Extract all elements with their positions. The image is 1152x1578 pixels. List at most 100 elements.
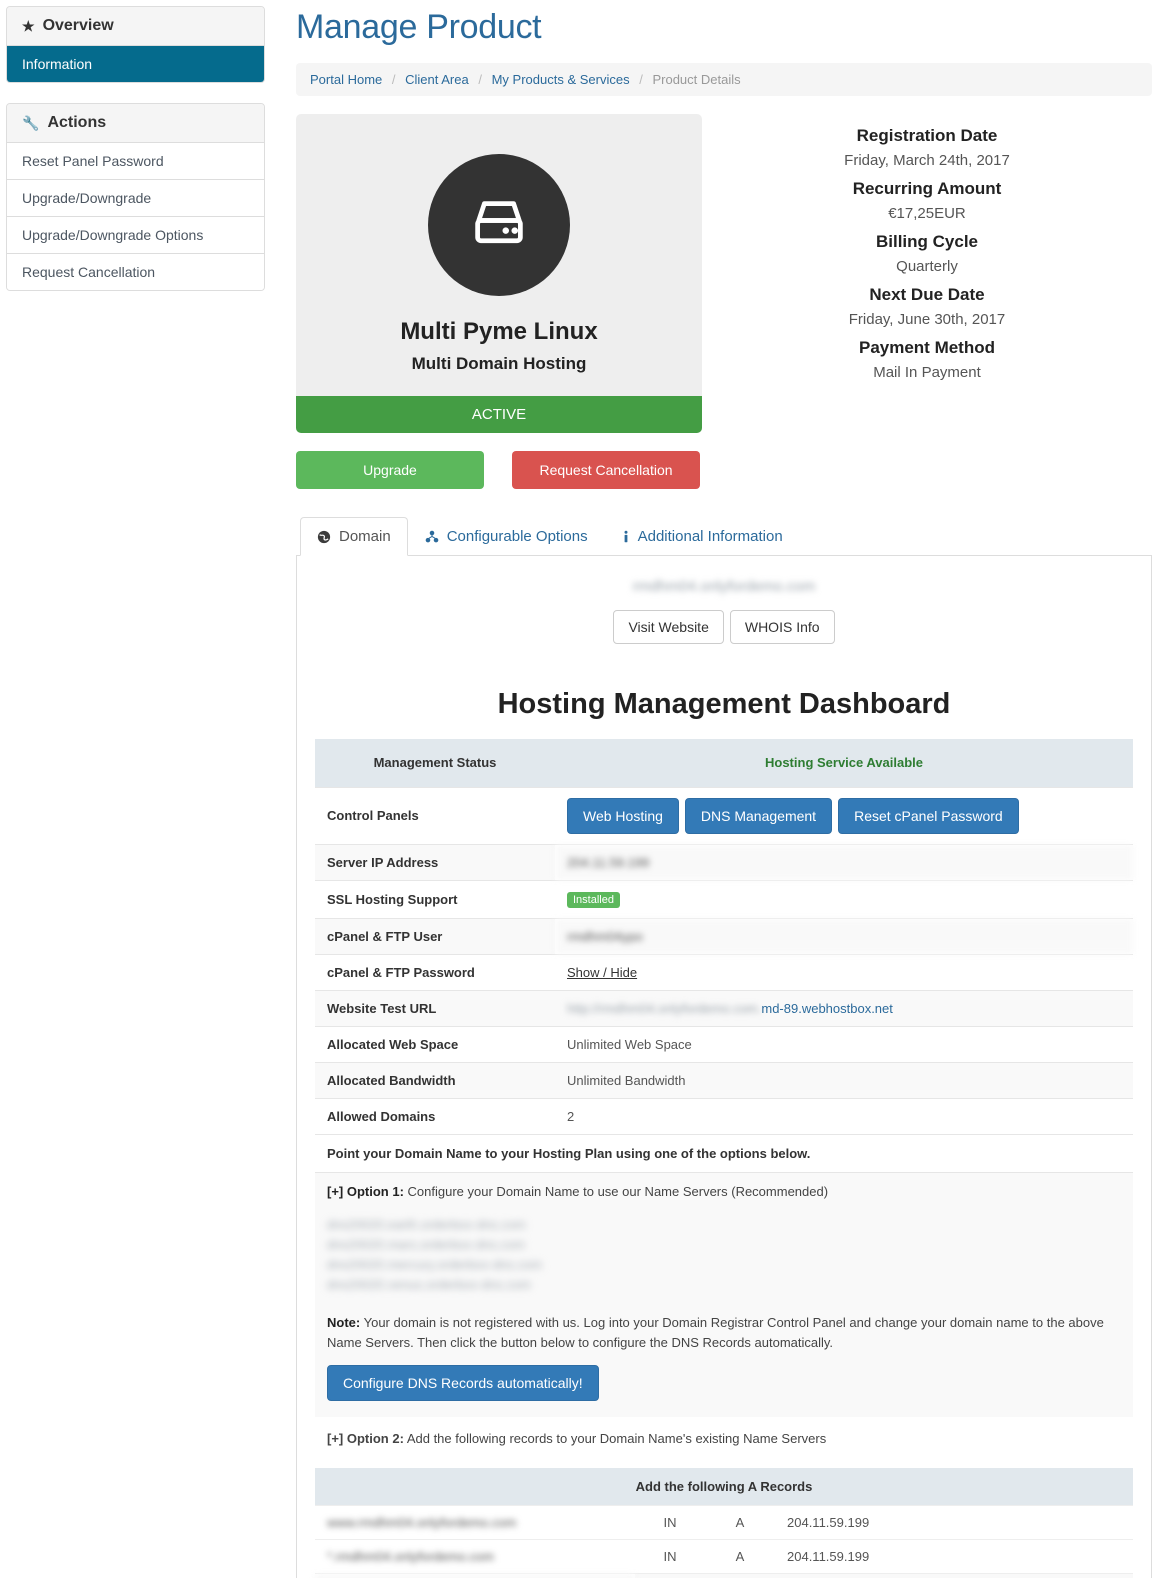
visit-website-button[interactable]: Visit Website bbox=[613, 610, 724, 644]
billing-recurring-amount-value: €17,25EUR bbox=[888, 205, 966, 222]
website-test-url-label: Website Test URL bbox=[315, 989, 555, 1026]
nameserver-item: dns20020.mars.orderbox-dns.com bbox=[327, 1236, 525, 1252]
show-hide-password-link[interactable]: Show / Hide bbox=[567, 965, 637, 980]
reset-cpanel-password-button[interactable]: Reset cPanel Password bbox=[838, 797, 1019, 834]
a-record-class: IN bbox=[635, 1505, 705, 1540]
server-ip-label: Server IP Address bbox=[315, 843, 555, 880]
sidebar-item-upgrade-downgrade-options-label: Upgrade/Downgrade Options bbox=[22, 227, 204, 243]
billing-registration-date-label: Registration Date bbox=[856, 126, 998, 145]
breadcrumb-separator: / bbox=[478, 72, 482, 87]
a-record-type: A bbox=[705, 1573, 775, 1578]
option-1-text: Configure your Domain Name to use our Na… bbox=[407, 1183, 829, 1199]
table-row-web-space: Allocated Web Space Unlimited Web Space bbox=[315, 1025, 1133, 1062]
sidebar-item-reset-panel-password[interactable]: Reset Panel Password bbox=[7, 143, 264, 180]
web-space-label: Allocated Web Space bbox=[315, 1025, 555, 1062]
option-2-block: [+] Option 2: Add the following records … bbox=[315, 1417, 1133, 1460]
a-records-header: Add the following A Records bbox=[315, 1468, 1133, 1506]
billing-payment-method-value: Mail In Payment bbox=[873, 364, 981, 381]
control-panel-buttons: Web Hosting DNS Management Reset cPanel … bbox=[567, 797, 1121, 834]
globe-icon bbox=[317, 530, 331, 544]
a-record-host: *.rmdhm04.onlyfordemo.com bbox=[315, 1539, 635, 1574]
bandwidth-value: Unlimited Bandwidth bbox=[555, 1061, 1133, 1098]
overview-panel: ★ Overview Information bbox=[6, 6, 265, 83]
tab-configurable-options[interactable]: Configurable Options bbox=[408, 517, 605, 556]
breadcrumb-product-details: Product Details bbox=[652, 72, 741, 87]
page-title: Manage Product bbox=[296, 8, 542, 46]
sidebar-item-information-label: Information bbox=[22, 56, 93, 72]
billing-cycle-value: Quarterly bbox=[896, 258, 958, 275]
actions-heading: 🔧 Actions bbox=[7, 104, 264, 143]
manage-product-page: ★ Overview Information 🔧 Actions Reset P… bbox=[0, 0, 1152, 1578]
breadcrumb-portal-home[interactable]: Portal Home bbox=[310, 72, 382, 87]
option-2-prefix: [+] Option 2: bbox=[327, 1431, 404, 1447]
web-hosting-button[interactable]: Web Hosting bbox=[567, 797, 679, 834]
table-row-control-panels: Control Panels Web Hosting DNS Managemen… bbox=[315, 786, 1133, 844]
tab-domain[interactable]: Domain bbox=[300, 517, 408, 556]
actions-panel: 🔧 Actions Reset Panel Password Upgrade/D… bbox=[6, 103, 265, 291]
breadcrumb-client-area[interactable]: Client Area bbox=[405, 72, 469, 87]
configure-dns-records-button[interactable]: Configure DNS Records automatically! bbox=[327, 1365, 599, 1402]
bandwidth-label: Allocated Bandwidth bbox=[315, 1061, 555, 1098]
upgrade-button[interactable]: Upgrade bbox=[296, 451, 484, 489]
option-1-prefix: [+] Option 1: bbox=[327, 1183, 404, 1199]
table-row-bandwidth: Allocated Bandwidth Unlimited Bandwidth bbox=[315, 1061, 1133, 1098]
table-row-server-ip: Server IP Address 204.11.59.199 bbox=[315, 843, 1133, 880]
a-record-value: 204.11.59.199 bbox=[775, 1505, 1133, 1540]
hosting-dashboard-table: Management Status Hosting Service Availa… bbox=[315, 739, 1133, 1134]
nameserver-note-text: Your domain is not registered with us. L… bbox=[327, 1315, 1104, 1351]
wrench-icon: 🔧 bbox=[22, 115, 40, 131]
ssl-support-value: Installed bbox=[555, 879, 1133, 918]
request-cancellation-button[interactable]: Request Cancellation bbox=[512, 451, 700, 489]
table-row: www.rmdhm04.onlyfordemo.com IN A 204.11.… bbox=[315, 1505, 1133, 1540]
a-record-class: IN bbox=[635, 1573, 705, 1578]
server-hdd-icon bbox=[428, 154, 570, 296]
website-test-url-link[interactable]: http://rmdhm04.onlyfordemo.com.md-89.web… bbox=[567, 1001, 893, 1016]
ssl-installed-badge: Installed bbox=[567, 891, 620, 908]
dns-management-button[interactable]: DNS Management bbox=[684, 797, 833, 834]
billing-cycle: Billing Cycle Quarterly bbox=[702, 232, 1152, 275]
management-status-value: Hosting Service Available bbox=[555, 739, 1133, 787]
cpanel-password-label: cPanel & FTP Password bbox=[315, 953, 555, 990]
management-status-label: Management Status bbox=[315, 739, 555, 787]
sidebar-item-request-cancellation[interactable]: Request Cancellation bbox=[7, 254, 264, 290]
option-2-text: Add the following records to your Domain… bbox=[406, 1431, 827, 1447]
cpanel-user-value: rmdhm04ypo bbox=[555, 917, 1133, 954]
a-record-value: 204.11.59.199 bbox=[775, 1539, 1133, 1574]
sidebar-item-request-cancellation-label: Request Cancellation bbox=[22, 264, 156, 280]
option-1-heading: [+] Option 1: Configure your Domain Name… bbox=[327, 1184, 1121, 1199]
a-record-value: 204.11.59.199 bbox=[775, 1573, 1133, 1578]
nameserver-note: Note: Your domain is not registered with… bbox=[327, 1313, 1121, 1353]
a-record-type: A bbox=[705, 1539, 775, 1574]
nameserver-note-prefix: Note: bbox=[327, 1315, 361, 1331]
nameserver-list: dns20020.earth.orderbox-dns.com dns20020… bbox=[327, 1215, 1121, 1296]
breadcrumb-my-products-services[interactable]: My Products & Services bbox=[492, 72, 630, 87]
nameserver-item: dns20020.venus.orderbox-dns.com bbox=[327, 1276, 531, 1292]
sidebar-item-information[interactable]: Information bbox=[7, 46, 264, 82]
dashboard-title: Hosting Management Dashboard bbox=[497, 688, 951, 720]
cpanel-user-label: cPanel & FTP User bbox=[315, 917, 555, 954]
tab-additional-information[interactable]: Additional Information bbox=[605, 517, 800, 556]
a-record-host: rmdhm04.onlyfordemo.com bbox=[315, 1573, 635, 1578]
overview-heading: ★ Overview bbox=[7, 7, 264, 46]
tab-additional-information-label: Additional Information bbox=[637, 528, 783, 545]
product-tabs-wrapper: Domain Configurable Options Additional I… bbox=[296, 517, 1152, 1578]
breadcrumb: Portal Home / Client Area / My Products … bbox=[296, 63, 1152, 96]
main-content: Manage Product Portal Home / Client Area… bbox=[296, 0, 1152, 1578]
overview-heading-label: Overview bbox=[42, 17, 114, 34]
billing-next-due-date-label: Next Due Date bbox=[869, 285, 985, 304]
control-panels-label: Control Panels bbox=[315, 786, 555, 844]
billing-info-column: Registration Date Friday, March 24th, 20… bbox=[702, 114, 1152, 489]
star-icon: ★ bbox=[22, 18, 35, 34]
sidebar-item-upgrade-downgrade-options[interactable]: Upgrade/Downgrade Options bbox=[7, 217, 264, 254]
table-row: rmdhm04.onlyfordemo.com IN A 204.11.59.1… bbox=[315, 1573, 1133, 1578]
website-test-url-blurred-part: http://rmdhm04.onlyfordemo.com. bbox=[567, 1000, 762, 1016]
sidebar-item-upgrade-downgrade[interactable]: Upgrade/Downgrade bbox=[7, 180, 264, 217]
nameserver-item: dns20020.mercury.orderbox-dns.com bbox=[327, 1256, 543, 1272]
domain-tab-panel: rmdhm04.onlyfordemo.com Visit Website WH… bbox=[296, 556, 1152, 1578]
sidebar-item-reset-panel-password-label: Reset Panel Password bbox=[22, 153, 164, 169]
option-1-block: [+] Option 1: Configure your Domain Name… bbox=[315, 1171, 1133, 1418]
tab-domain-label: Domain bbox=[339, 528, 391, 545]
whois-info-button[interactable]: WHOIS Info bbox=[729, 610, 835, 644]
nameserver-item: dns20020.earth.orderbox-dns.com bbox=[327, 1216, 526, 1232]
table-row: *.rmdhm04.onlyfordemo.com IN A 204.11.59… bbox=[315, 1539, 1133, 1574]
